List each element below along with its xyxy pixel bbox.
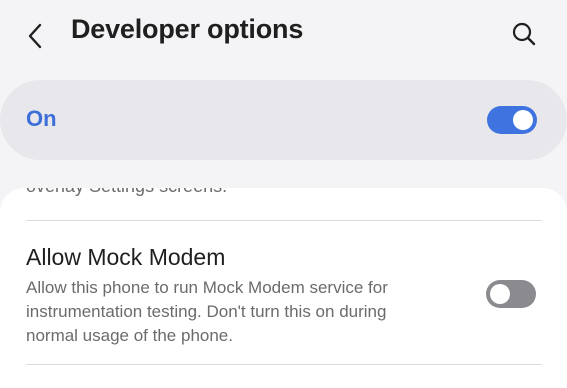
setting-description-line: normal usage of the phone. [26, 326, 233, 345]
chevron-left-icon [28, 23, 42, 49]
developer-options-toggle[interactable] [487, 106, 537, 134]
setting-description-line: instrumentation testing. Don't turn this… [26, 302, 387, 321]
page-title: Developer options [71, 14, 304, 44]
toggle-knob [513, 110, 533, 130]
developer-options-master-switch-row[interactable]: On [0, 80, 567, 160]
previous-item-description: overlay Settings screens. [26, 188, 227, 197]
app-header: Developer options [0, 0, 567, 72]
master-switch-label: On [26, 106, 57, 131]
setting-description: Allow this phone to run Mock Modem servi… [26, 276, 466, 348]
setting-title: Allow Mock Modem [26, 244, 226, 270]
search-button[interactable] [506, 16, 542, 52]
back-button[interactable] [18, 18, 54, 54]
search-icon [512, 22, 536, 46]
allow-mock-modem-toggle[interactable] [486, 280, 536, 308]
setting-description-line: Allow this phone to run Mock Modem servi… [26, 278, 388, 297]
divider [26, 364, 542, 365]
divider [26, 220, 542, 221]
toggle-knob [490, 284, 510, 304]
settings-list: overlay Settings screens. Allow Mock Mod… [0, 188, 567, 388]
